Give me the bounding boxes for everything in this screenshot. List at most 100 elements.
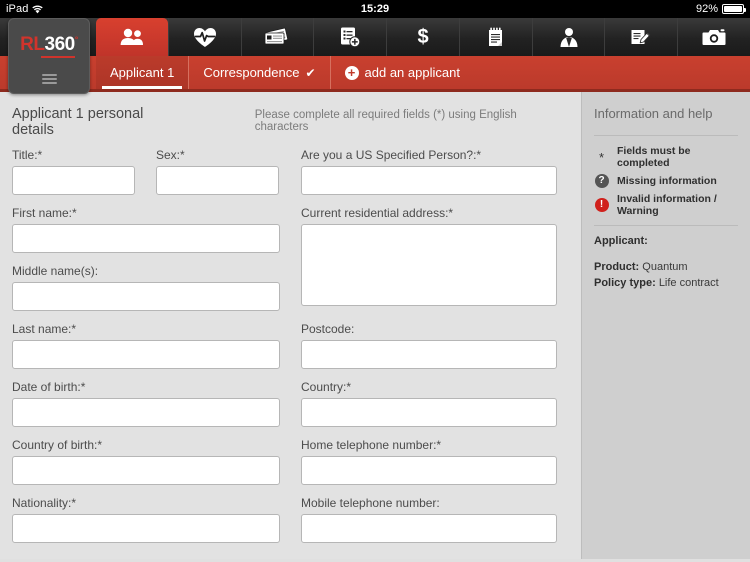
residential-address-textarea[interactable] [301, 224, 557, 306]
asterisk-icon: * [598, 149, 605, 165]
icon-tab-health[interactable] [167, 18, 241, 56]
logo-underline [41, 56, 75, 58]
field-middle-names: Middle name(s): [12, 264, 280, 311]
sidebar-policy-type-value: Life contract [658, 277, 719, 289]
field-postcode: Postcode: [301, 322, 557, 369]
status-left: iPad [6, 3, 44, 15]
first-name-input[interactable] [12, 224, 280, 253]
field-first-name: First name:* [12, 206, 280, 253]
icon-tab-payments[interactable]: $ [386, 18, 459, 56]
warning-exclamation-icon: ! [594, 198, 609, 212]
tab-list: Applicant 1 Correspondence ✔ + add an ap… [96, 56, 474, 89]
icon-tab-identification[interactable] [240, 18, 314, 56]
rl360-logo: RL360° [20, 35, 78, 54]
dollar-icon: $ [417, 26, 429, 48]
status-right: 92% [695, 3, 746, 15]
tab-correspondence-label: Correspondence [203, 65, 300, 80]
country-input[interactable] [301, 398, 557, 427]
applicant-tab-bar: Applicant 1 Correspondence ✔ + add an ap… [0, 56, 750, 92]
legend-invalid-information-label: Invalid information / Warning [617, 193, 717, 217]
country-of-birth-input[interactable] [12, 456, 280, 485]
field-last-name: Last name:* [12, 322, 280, 369]
field-postcode-label: Postcode: [301, 322, 355, 336]
middle-names-input[interactable] [12, 282, 280, 311]
icon-tab-add-document[interactable] [313, 18, 386, 56]
notepad-icon [487, 27, 505, 48]
field-sex-label: Sex:* [156, 148, 185, 162]
field-first-name-label: First name:* [12, 206, 77, 220]
form-column-right: Are you a US Specified Person?:* Current… [301, 148, 557, 554]
sidebar-title: Information and help [594, 106, 713, 121]
home-telephone-input[interactable] [301, 456, 557, 485]
sidebar-product-value: Quantum [642, 261, 688, 273]
page-title: Applicant 1 personal details [12, 106, 144, 138]
heart-pulse-icon [193, 27, 217, 48]
field-us-specified-person: Are you a US Specified Person?:* [301, 148, 557, 195]
logo-rl-text: RL [20, 34, 45, 55]
field-country-of-birth-label: Country of birth:* [12, 438, 103, 452]
sidebar-product-row: Product: Quantum [594, 261, 738, 273]
title-input[interactable] [12, 166, 135, 195]
document-add-icon [339, 26, 361, 48]
sidebar-applicant-row: Applicant: [594, 235, 738, 247]
checkmark-icon: ✔ [305, 65, 316, 80]
field-country-of-birth: Country of birth:* [12, 438, 280, 485]
field-mobile-telephone-label: Mobile telephone number: [301, 496, 440, 510]
signature-icon [630, 27, 652, 47]
field-date-of-birth-label: Date of birth:* [12, 380, 86, 394]
field-home-telephone-label: Home telephone number:* [301, 438, 442, 452]
field-title: Title:* [12, 148, 135, 195]
field-last-name-label: Last name:* [12, 322, 77, 336]
question-mark-icon: ? [594, 174, 609, 188]
field-middle-names-label: Middle name(s): [12, 264, 99, 278]
mobile-telephone-input[interactable] [301, 514, 557, 543]
tab-correspondence[interactable]: Correspondence ✔ [189, 56, 331, 89]
rl360-logo-panel[interactable]: RL360° [8, 18, 90, 94]
icon-tab-applicants[interactable] [96, 18, 168, 56]
information-help-panel: Information and help * Fields must be co… [581, 92, 750, 559]
field-nationality: Nationality:* [12, 496, 280, 543]
last-name-input[interactable] [12, 340, 280, 369]
icon-tab-adviser[interactable] [531, 18, 605, 56]
postcode-input[interactable] [301, 340, 557, 369]
sex-input[interactable] [156, 166, 279, 195]
sidebar-divider-bottom [594, 225, 738, 226]
top-icon-bar: $ [0, 18, 750, 56]
icon-tab-list: $ [96, 18, 750, 56]
battery-percent: 92% [695, 3, 718, 15]
tab-applicant-1[interactable]: Applicant 1 [96, 56, 190, 89]
applicant-form: Applicant 1 personal details Please comp… [0, 92, 581, 559]
id-cards-icon [263, 27, 291, 47]
legend-invalid-information: ! Invalid information / Warning [594, 193, 738, 217]
people-icon [119, 28, 145, 46]
title-sex-row: Title:* Sex:* [12, 148, 280, 206]
field-date-of-birth: Date of birth:* [12, 380, 280, 427]
plus-icon: + [344, 65, 359, 80]
hamburger-menu-icon[interactable] [41, 72, 57, 86]
sidebar-policy-type-row: Policy type: Life contract [594, 277, 738, 289]
device-name: iPad [6, 3, 29, 15]
icon-tab-signature[interactable] [604, 18, 677, 56]
add-applicant-label: add an applicant [364, 65, 460, 80]
field-residential-address: Current residential address:* [301, 206, 557, 311]
date-of-birth-input[interactable] [12, 398, 280, 427]
form-instruction-note: Please complete all required fields (*) … [254, 109, 517, 133]
sidebar-policy-type-label: Policy type: [594, 277, 656, 289]
legend-missing-information: ? Missing information [594, 174, 738, 188]
field-residential-address-label: Current residential address:* [301, 206, 454, 220]
field-mobile-telephone: Mobile telephone number: [301, 496, 557, 543]
wifi-icon [32, 4, 44, 14]
icon-tab-camera[interactable] [677, 18, 750, 56]
tab-applicant-1-label: Applicant 1 [110, 65, 175, 80]
form-columns: Title:* Sex:* First name:* Middle name(s… [0, 148, 581, 554]
nationality-input[interactable] [12, 514, 280, 543]
field-home-telephone: Home telephone number:* [301, 438, 557, 485]
form-header: Applicant 1 personal details Please comp… [0, 92, 581, 148]
camera-icon [702, 28, 726, 46]
add-applicant-button[interactable]: + add an applicant [331, 56, 474, 89]
legend-missing-information-label: Missing information [617, 175, 717, 187]
us-specified-person-input[interactable] [301, 166, 557, 195]
icon-tab-notes[interactable] [458, 18, 532, 56]
field-sex: Sex:* [156, 148, 279, 195]
field-nationality-label: Nationality:* [12, 496, 77, 510]
